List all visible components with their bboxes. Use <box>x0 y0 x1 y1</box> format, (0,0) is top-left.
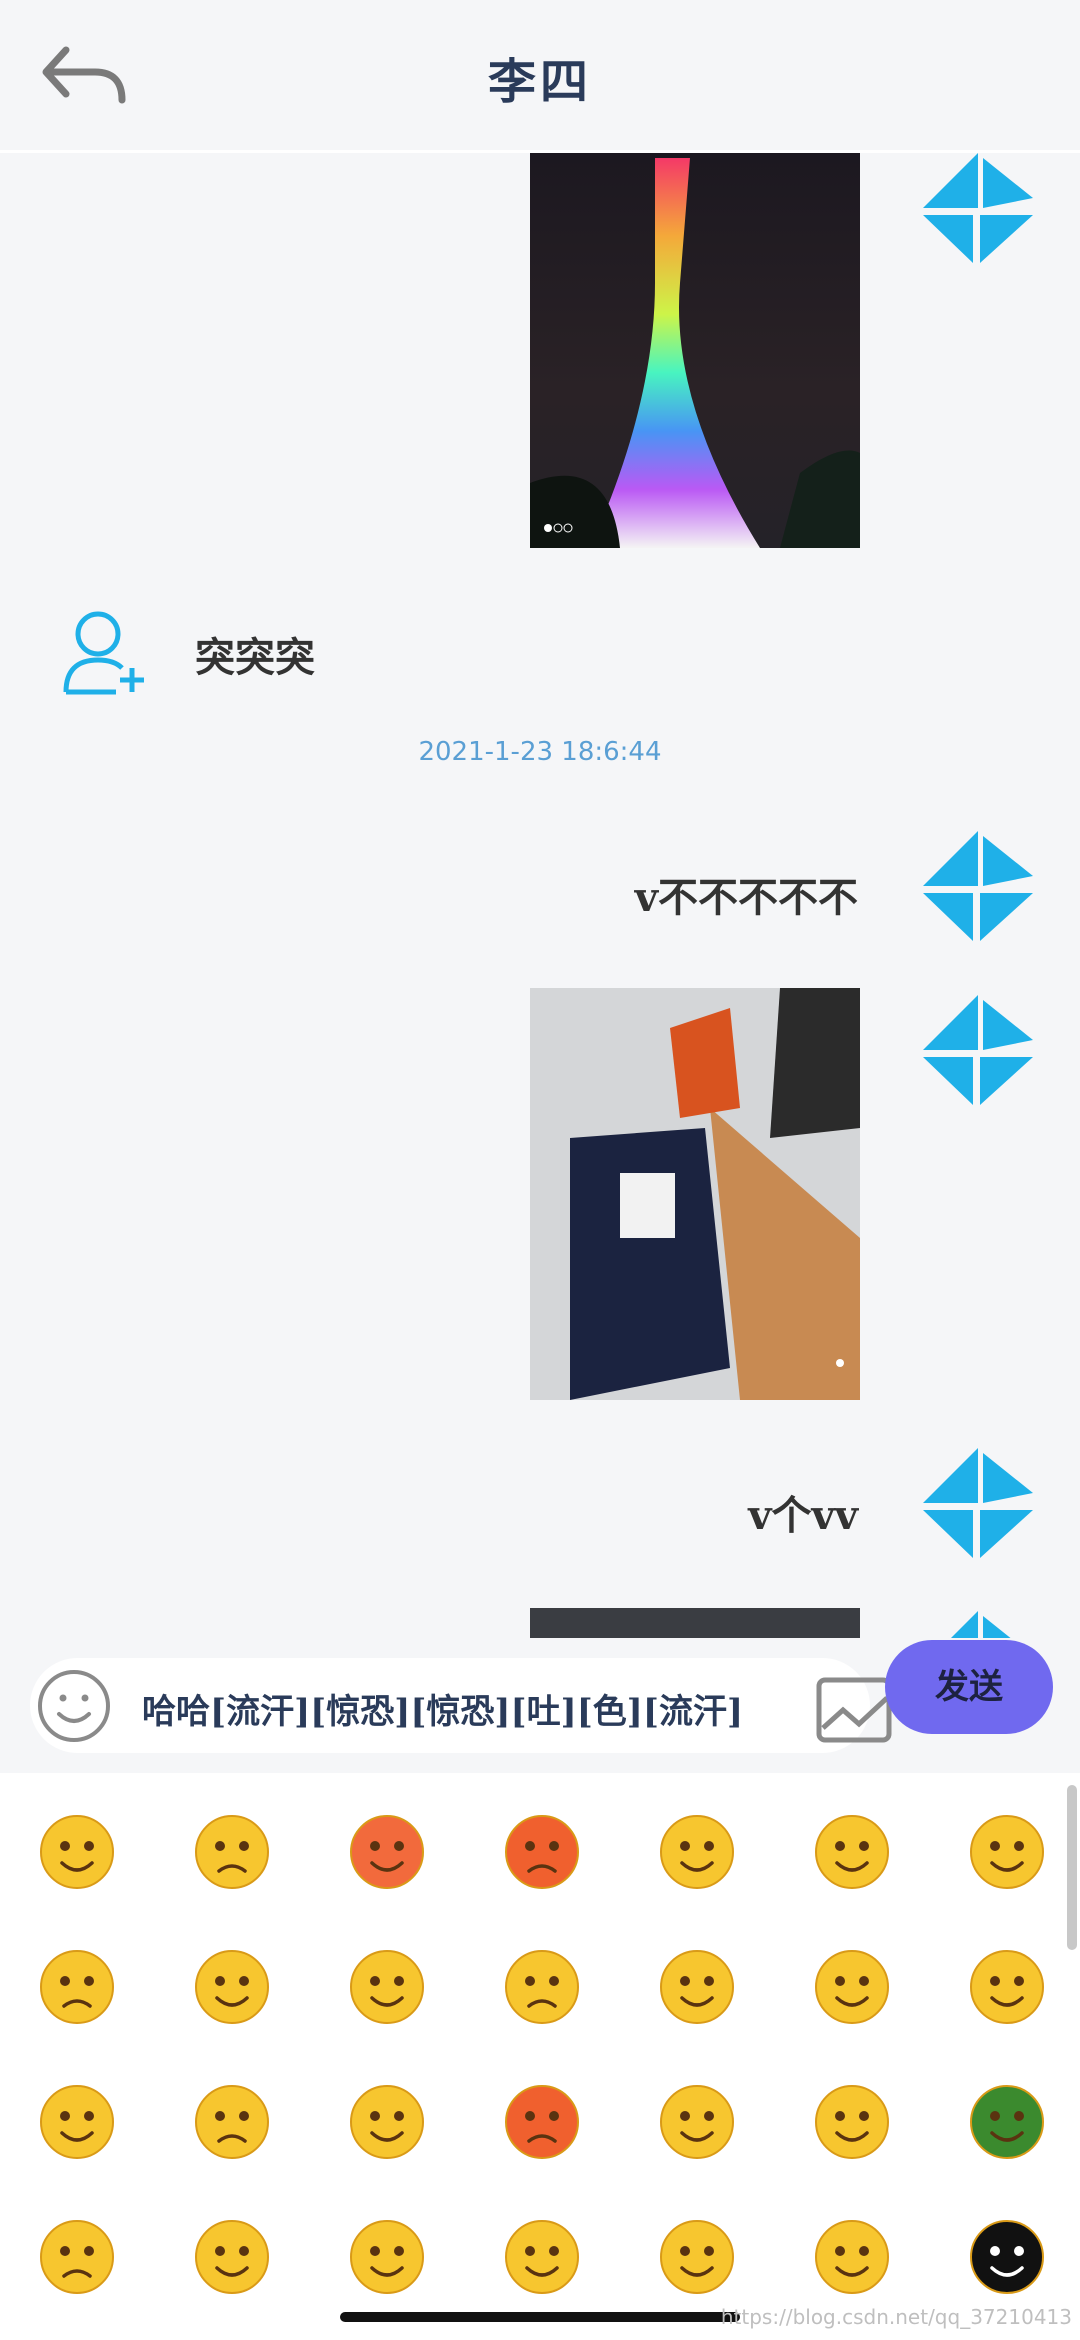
message-text-left: 突突突 <box>195 634 315 681</box>
send-button[interactable]: 发送 <box>885 1640 1053 1734</box>
message-text-right: v个vv <box>748 1492 858 1539</box>
message-image-office[interactable] <box>530 988 860 1400</box>
emoji-shocked-icon[interactable] <box>968 1813 1046 1891</box>
emoji-blush-red-icon[interactable] <box>348 1813 426 1891</box>
message-input-value: 哈哈[流汗][惊恐][惊恐][吐][色][流汗] <box>142 1692 744 1732</box>
emoji-mad-icon[interactable] <box>38 2218 116 2296</box>
message-image-screen[interactable] <box>530 1608 860 1638</box>
image-icon[interactable] <box>815 1676 893 1744</box>
emoji-bandana-icon[interactable] <box>193 2218 271 2296</box>
emoji-scream-icon[interactable] <box>348 1948 426 2026</box>
app-bar: 李四 <box>0 0 1080 153</box>
message-list[interactable]: 突突突 2021-1-23 18:6:44 v不不不不不 v个vv <box>0 153 1080 1638</box>
emoji-laugh-icon[interactable] <box>813 2083 891 2161</box>
emoji-smile-icon[interactable] <box>38 1813 116 1891</box>
emoji-shh-icon[interactable] <box>658 2218 736 2296</box>
watermark: https://blog.csdn.net/qq_37210413 <box>720 2305 1072 2329</box>
emoji-bug-icon[interactable] <box>968 2218 1046 2296</box>
smiley-icon[interactable] <box>34 1666 114 1746</box>
emoji-sweat-icon[interactable] <box>658 2083 736 2161</box>
emoji-sick-icon[interactable] <box>503 1948 581 2026</box>
emoji-question-icon[interactable] <box>503 2218 581 2296</box>
my-avatar-icon[interactable] <box>918 153 1038 273</box>
emoji-heart-eyes-icon[interactable] <box>658 1948 736 2026</box>
emoji-sneer-icon[interactable] <box>348 2218 426 2296</box>
emoji-cover-mouth-icon[interactable] <box>813 1948 891 2026</box>
emoji-shy-icon[interactable] <box>193 1948 271 2026</box>
emoji-happy-icon[interactable] <box>968 1948 1046 2026</box>
emoji-tongue-wink-icon[interactable] <box>658 1813 736 1891</box>
message-input[interactable]: 哈哈[流汗][惊恐][惊恐][吐][色][流汗] <box>30 1658 892 1753</box>
emoji-panel[interactable] <box>0 1773 1080 2340</box>
home-indicator[interactable] <box>340 2312 740 2322</box>
emoji-confused-icon[interactable] <box>193 2083 271 2161</box>
emoji-dizzy-icon[interactable] <box>813 2218 891 2296</box>
emoji-panel-scrollbar[interactable] <box>1067 1785 1077 1950</box>
emoji-army-helmet-icon[interactable] <box>968 2083 1046 2161</box>
message-timestamp: 2021-1-23 18:6:44 <box>418 737 662 767</box>
emoji-roll-eyes-icon[interactable] <box>348 2083 426 2161</box>
message-text-right: v不不不不不 <box>634 874 858 921</box>
emoji-worried-icon[interactable] <box>193 1813 271 1891</box>
emoji-sad-icon[interactable] <box>38 1948 116 2026</box>
page-title: 李四 <box>487 54 592 110</box>
emoji-angry-icon[interactable] <box>503 1813 581 1891</box>
emoji-grin-icon[interactable] <box>813 1813 891 1891</box>
my-avatar-icon[interactable] <box>918 1448 1038 1568</box>
emoji-surprised-icon[interactable] <box>38 2083 116 2161</box>
message-image-tower[interactable] <box>530 153 860 548</box>
my-avatar-icon[interactable] <box>918 831 1038 951</box>
my-avatar-icon[interactable] <box>918 1611 1038 1638</box>
my-avatar-icon[interactable] <box>918 995 1038 1115</box>
emoji-furious-icon[interactable] <box>503 2083 581 2161</box>
contact-avatar-icon[interactable] <box>60 608 150 698</box>
